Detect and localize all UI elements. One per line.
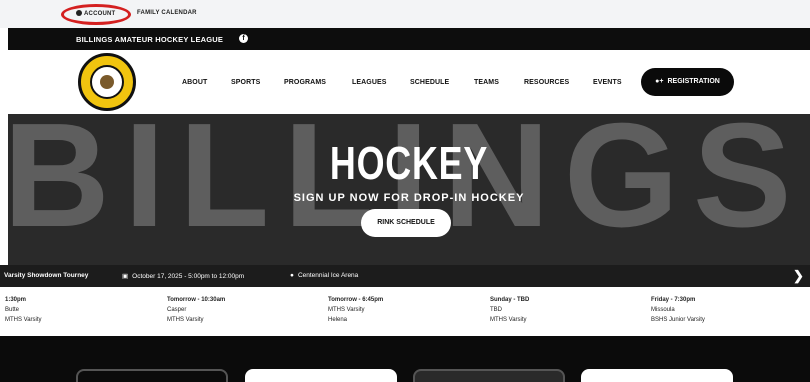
- feature-card[interactable]: [245, 369, 397, 382]
- utility-bar: ACCOUNT FAMILY CALENDAR: [0, 0, 810, 28]
- location-pin-icon: ●: [290, 272, 294, 279]
- main-nav: ABOUT SPORTS PROGRAMS LEAGUES SCHEDULE T…: [8, 50, 810, 114]
- schedule-strip: 1:30pm Butte MTHS Varsity Tomorrow - 10:…: [0, 287, 810, 336]
- schedule-card[interactable]: Tomorrow - 10:30am Casper MTHS Varsity: [167, 295, 225, 325]
- event-bar: Varsity Showdown Tourney ▣ October 17, 20…: [0, 265, 810, 287]
- nav-programs[interactable]: PROGRAMS: [284, 79, 326, 86]
- family-calendar-link[interactable]: FAMILY CALENDAR: [137, 10, 197, 16]
- event-date: ▣ October 17, 2025 - 5:00pm to 12:00pm: [122, 273, 245, 280]
- event-name[interactable]: Varsity Showdown Tourney: [4, 272, 88, 279]
- event-location: ● Centennial Ice Arena: [290, 272, 359, 279]
- calendar-icon: ▣: [122, 273, 129, 280]
- nav-teams[interactable]: TEAMS: [474, 79, 499, 86]
- nav-events[interactable]: EVENTS: [593, 79, 622, 86]
- annotation-circle: [61, 4, 131, 25]
- nav-sports[interactable]: SPORTS: [231, 79, 260, 86]
- bulls-logo[interactable]: [78, 53, 136, 111]
- add-user-icon: ●+: [655, 78, 664, 85]
- league-bar: BILLINGS AMATEUR HOCKEY LEAGUE f: [8, 28, 810, 50]
- nav-about[interactable]: ABOUT: [182, 79, 207, 86]
- feature-card[interactable]: [413, 369, 565, 382]
- hero-subtitle: SIGN UP NOW FOR DROP-IN HOCKEY: [293, 192, 525, 204]
- nav-leagues[interactable]: LEAGUES: [352, 79, 387, 86]
- facebook-icon[interactable]: f: [239, 34, 248, 43]
- next-arrow-icon[interactable]: ❯: [793, 268, 804, 284]
- lower-section: [0, 336, 810, 382]
- league-title: BILLINGS AMATEUR HOCKEY LEAGUE: [76, 35, 224, 44]
- schedule-card[interactable]: Tomorrow - 6:45pm MTHS Varsity Helena: [328, 295, 383, 325]
- rink-schedule-button[interactable]: RINK SCHEDULE: [361, 209, 451, 237]
- schedule-card[interactable]: Friday - 7:30pm Missoula BSHS Junior Var…: [651, 295, 705, 325]
- feature-card[interactable]: [76, 369, 228, 382]
- nav-resources[interactable]: RESOURCES: [524, 79, 569, 86]
- hero-title: HOCKEY: [329, 137, 489, 189]
- nav-schedule[interactable]: SCHEDULE: [410, 79, 449, 86]
- feature-card[interactable]: [581, 369, 733, 382]
- registration-button[interactable]: ●+ REGISTRATION: [641, 68, 734, 96]
- hero-banner: BILLINGS HOCKEY SIGN UP NOW FOR DROP-IN …: [8, 114, 810, 265]
- schedule-card[interactable]: Sunday - TBD TBD MTHS Varsity: [490, 295, 529, 325]
- schedule-card[interactable]: 1:30pm Butte MTHS Varsity: [5, 295, 42, 325]
